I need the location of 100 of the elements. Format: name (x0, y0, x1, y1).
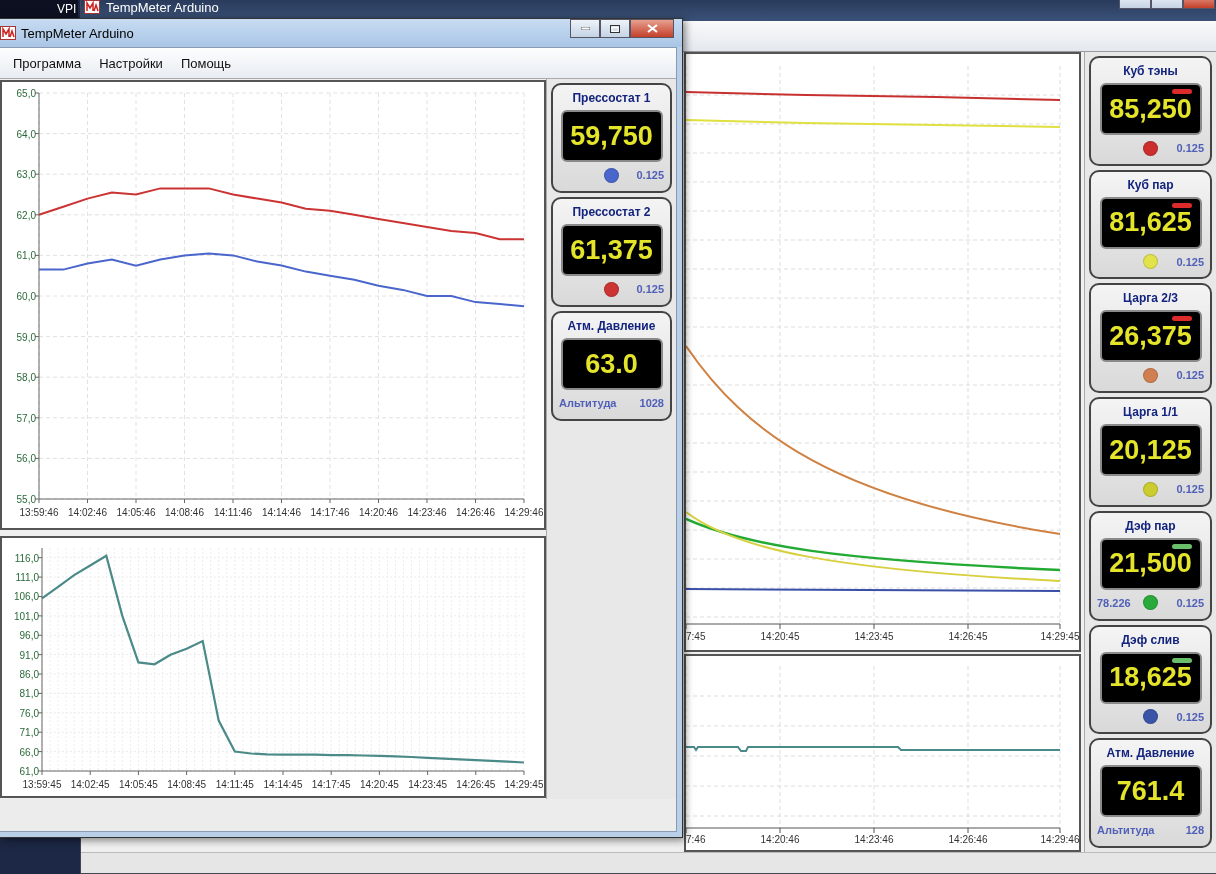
axis-label: 7:45 (686, 631, 706, 642)
axis-label: 14:20:45 (760, 631, 800, 642)
axis-label: 14:17:45 (311, 779, 351, 790)
axis-label: 14:05:45 (118, 779, 158, 790)
close-button[interactable] (630, 19, 674, 38)
axis-label: 14:17:46 (310, 507, 350, 518)
axis-label: 57,0 (16, 412, 36, 424)
axis-label: 13:59:45 (22, 779, 62, 790)
axis-label: 14:29:45 (1040, 631, 1080, 642)
gauge-step: 0.125 (1176, 596, 1204, 609)
gauge-title: Куб тэны (1123, 64, 1178, 78)
axis-label: 14:08:45 (167, 779, 207, 790)
axis-label: 58,0 (16, 372, 36, 384)
gauge-value: 21,500 (1109, 548, 1192, 580)
axis-label: 14:02:46 (68, 507, 107, 518)
gauge-title: Дэф слив (1121, 632, 1180, 647)
altitude-value: 128 (1185, 824, 1204, 837)
axis-label: 14:29:46 (504, 507, 543, 518)
gauge-title: Прессостат 2 (572, 205, 651, 219)
maximize-icon (610, 24, 620, 33)
axis-label: 14:29:46 (1040, 834, 1080, 845)
axis-label: 14:26:45 (948, 631, 988, 642)
axis-label: 14:20:46 (760, 834, 800, 845)
axis-label: 61,0 (16, 250, 36, 262)
axis-label: 101,0 (13, 610, 39, 622)
axis-label: 14:23:46 (407, 507, 447, 518)
menu-item[interactable]: Настройки (90, 51, 172, 75)
axis-label: 14:23:45 (408, 779, 448, 790)
gauge-step: 0.125 (636, 283, 664, 295)
axis-label: 14:29:45 (504, 779, 543, 790)
menu-item[interactable]: Помощь (171, 51, 241, 75)
axis-label: 76,0 (19, 707, 39, 719)
axis-label: 14:14:45 (263, 779, 303, 790)
gauge-value: 61,375 (570, 234, 653, 266)
gauge-value: 85,250 (1109, 93, 1192, 125)
gauge-value: 81,625 (1109, 207, 1192, 239)
axis-label: 14:26:46 (456, 507, 495, 518)
axis-label: 14:11:45 (215, 779, 254, 790)
axis-label: 66,0 (19, 746, 39, 758)
axis-label: 14:23:46 (854, 834, 894, 845)
maximize-button[interactable] (600, 19, 630, 38)
gauge-reading: 78.226 (1097, 596, 1131, 609)
axis-label: 14:26:45 (456, 779, 496, 790)
gauge-value: 20,125 (1109, 434, 1192, 466)
gauge-title: Царга 2/3 (1123, 291, 1178, 306)
window-title: VPI (57, 2, 77, 16)
gauge-title: Прессостат 1 (572, 91, 651, 105)
gauge-value: 26,375 (1109, 320, 1192, 352)
axis-label: 14:14:46 (262, 507, 301, 518)
gauge-title: Царга 1/1 (1123, 405, 1178, 420)
axis-label: 14:20:46 (359, 507, 398, 518)
gauge-step: 0.125 (1176, 142, 1204, 154)
axis-label: 116,0 (14, 552, 39, 564)
gauge-value: 63.0 (585, 348, 638, 380)
gauge-title: Атм. Давление (567, 319, 656, 333)
altitude-label: Альтитуда (1097, 824, 1155, 837)
minimize-button[interactable] (570, 19, 600, 38)
gauge-title: Атм. Давление (1106, 746, 1195, 761)
axis-label: 96,0 (19, 630, 39, 642)
axis-label: 14:20:45 (359, 779, 399, 790)
axis-label: 65,0 (16, 88, 36, 99)
axis-label: 71,0 (19, 727, 39, 739)
axis-label: 64,0 (16, 128, 36, 140)
axis-label: 91,0 (19, 649, 39, 661)
axis-label: 14:26:46 (948, 834, 988, 845)
app-icon (84, 0, 100, 14)
gauge-step: 0.125 (1176, 483, 1204, 496)
window-title: TempMeter Arduino (106, 0, 219, 15)
gauge-title: Куб пар (1127, 177, 1174, 192)
axis-label: 106,0 (13, 591, 39, 603)
axis-label: 56,0 (16, 453, 36, 465)
gauge-value: 59,750 (570, 120, 653, 152)
axis-label: 13:59:46 (19, 507, 59, 518)
axis-label: 63,0 (16, 169, 36, 181)
altitude-label: Альтитуда (559, 397, 617, 409)
axis-label: 14:08:46 (165, 507, 204, 518)
axis-label: 111,0 (15, 572, 39, 584)
gauge-value: 761.4 (1116, 775, 1185, 807)
axis-label: 62,0 (16, 209, 36, 221)
close-icon (646, 24, 658, 33)
axis-label: 14:02:45 (70, 779, 110, 790)
axis-label: 61,0 (19, 766, 39, 777)
axis-label: 14:05:46 (116, 507, 156, 518)
axis-label: 86,0 (19, 669, 39, 681)
minimize-icon (580, 27, 590, 30)
window-title: TempMeter Arduino (21, 25, 134, 41)
gauge-step: 0.125 (1176, 710, 1204, 723)
axis-label: 14:23:45 (854, 631, 894, 642)
axis-label: 7:46 (686, 834, 706, 845)
axis-label: 81,0 (19, 688, 39, 700)
axis-label: 55,0 (16, 494, 36, 505)
gauge-step: 0.125 (1176, 255, 1204, 268)
axis-label: 59,0 (16, 331, 36, 343)
altitude-value: 1028 (639, 397, 664, 409)
gauge-step: 0.125 (1176, 369, 1204, 382)
axis-label: 60,0 (16, 291, 36, 302)
axis-label: 14:11:46 (213, 507, 253, 518)
gauge-step: 0.125 (636, 169, 664, 181)
menu-item[interactable]: Программа (4, 51, 91, 75)
app-icon (0, 26, 16, 40)
